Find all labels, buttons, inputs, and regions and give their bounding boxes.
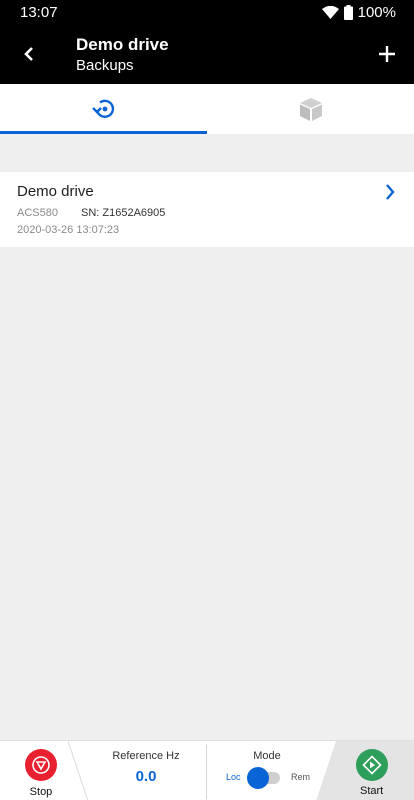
reference-value: 0.0 <box>135 768 157 785</box>
mode-label: Mode <box>253 750 281 762</box>
status-bar: 13:07 100% <box>0 0 414 24</box>
tab-backups[interactable] <box>0 84 207 134</box>
add-button[interactable] <box>372 39 402 69</box>
start-label: Start <box>360 785 384 797</box>
backup-timestamp: 2020-03-26 13:07:23 <box>17 224 120 236</box>
reference-label: Reference Hz <box>112 750 180 762</box>
stop-icon <box>25 749 57 781</box>
wifi-icon <box>321 5 339 19</box>
drive-control-bar: Stop Reference Hz 0.0 Mode Loc Rem Start <box>0 740 414 800</box>
start-button[interactable]: Start <box>316 741 414 800</box>
chevron-right-icon <box>386 184 395 200</box>
backup-serial-number: SN: Z1652A6905 <box>81 207 166 219</box>
app-bar: Demo drive Backups <box>0 24 414 84</box>
backup-history-icon <box>91 99 114 119</box>
package-box-icon <box>299 98 322 121</box>
mode-local-label: Loc <box>226 772 241 782</box>
reference-hz[interactable]: Reference Hz 0.0 <box>88 741 204 800</box>
backup-drive-model: ACS580 <box>17 207 58 219</box>
status-time: 13:07 <box>20 3 58 21</box>
start-icon <box>356 749 388 781</box>
status-indicators: 100% <box>321 3 396 21</box>
stop-label: Stop <box>29 786 53 798</box>
tab-packages[interactable] <box>207 84 414 134</box>
backup-list-item[interactable]: Demo drive ACS580 SN: Z1652A6905 2020-03… <box>0 172 414 247</box>
page-subtitle: Backups <box>76 57 134 74</box>
backup-name: Demo drive <box>17 183 94 200</box>
tab-bar <box>0 84 414 134</box>
battery-icon <box>343 4 353 20</box>
back-button[interactable] <box>14 39 44 69</box>
stop-divider <box>68 741 89 800</box>
page-title: Demo drive <box>76 35 169 54</box>
mode-toggle-knob[interactable] <box>247 767 269 789</box>
plus-icon <box>379 46 395 62</box>
mode-row: Loc Rem <box>207 767 327 789</box>
back-arrow-icon <box>24 47 33 61</box>
mode-control: Mode Loc Rem <box>207 741 327 800</box>
app-bar-titles: Demo drive Backups <box>76 35 169 76</box>
battery-level: 100% <box>357 3 396 21</box>
mode-remote-label: Rem <box>291 772 311 782</box>
